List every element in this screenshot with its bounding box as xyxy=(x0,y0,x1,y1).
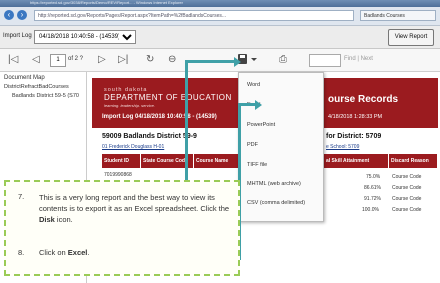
export-menu: Word Excel PowerPoint PDF TIFF file MHTM… xyxy=(238,72,324,222)
find-next-links[interactable]: Find | Next xyxy=(344,56,373,62)
refresh-icon[interactable]: ↻ xyxy=(146,53,154,66)
attainment-cell: 100.0% xyxy=(362,207,379,213)
view-report-button[interactable]: View Report xyxy=(388,29,434,46)
forward-nav-icon[interactable]: › xyxy=(17,10,27,20)
banner-title: Import Log 04/18/2018 10:40:58 - (14539) xyxy=(102,114,217,120)
column-header-student-id: Student ID xyxy=(102,154,140,168)
attainment-cell: 91.72% xyxy=(364,196,381,202)
step-7-text-b: icon. xyxy=(54,215,73,224)
logo-department-text: DEPARTMENT OF EDUCATION xyxy=(104,93,232,102)
export-pdf-item[interactable]: PDF xyxy=(247,142,258,148)
attainment-cell: 86.61% xyxy=(364,185,381,191)
window-titlebar: https://reported.sd.gov/3038/Reports/Dem… xyxy=(0,0,440,7)
back-to-parent-icon[interactable]: ⊖ xyxy=(168,53,176,66)
district-heading: for District: 5709 xyxy=(326,133,382,140)
arrow-head-excel-icon xyxy=(255,100,262,110)
step-7-text-a: This is a very long report and the best … xyxy=(39,193,230,213)
report-date: 4/18/2018 1:28:33 PM xyxy=(328,114,383,120)
first-page-icon[interactable]: |◁ xyxy=(8,53,18,66)
step-7-number: 7. xyxy=(18,192,25,201)
discard-reason-cell: Course Code xyxy=(392,174,422,180)
arrow-to-disk-horizontal xyxy=(185,60,236,63)
document-map-heading: Document Map xyxy=(4,75,45,81)
next-page-icon[interactable]: ▷ xyxy=(98,53,106,66)
step-7-bold: Disk xyxy=(39,215,55,224)
document-map-item[interactable]: DistrictRefractBadCourses xyxy=(4,84,69,90)
district-link[interactable]: e School: 5709 xyxy=(326,144,359,150)
import-log-select[interactable]: 04/18/2018 10:40:58 - (14539) xyxy=(34,30,136,44)
discard-reason-cell: Course Code xyxy=(392,207,422,213)
step-8-text-a: Click on xyxy=(39,248,68,257)
school-link[interactable]: 01 Frederick Douglass H-01 xyxy=(102,144,164,150)
step-8-bold: Excel xyxy=(67,248,88,257)
export-csv-item[interactable]: CSV (comma delimited) xyxy=(247,200,305,206)
page-number-input[interactable]: 1 xyxy=(50,54,66,67)
url-input[interactable]: http://reported.sd.gov/Reports/Pages/Rep… xyxy=(34,10,354,21)
school-heading: 59009 Badlands District 59-9 xyxy=(102,133,197,140)
back-nav-icon[interactable]: ‹ xyxy=(4,10,14,20)
page-count-text: of 2 ? xyxy=(68,56,84,62)
column-header-skill-attainment: al Skill Attainment xyxy=(324,154,388,168)
instruction-callout: 7. This is a very long report and the be… xyxy=(4,180,240,276)
address-bar-row: ‹ › http://reported.sd.gov/Reports/Pages… xyxy=(0,7,440,26)
step-8-number: 8. xyxy=(18,248,25,257)
export-dropdown-caret-icon[interactable] xyxy=(251,58,257,61)
logo-tagline-text: learning. leadership. service. xyxy=(104,103,155,108)
arrow-head-disk-icon xyxy=(234,57,241,67)
document-map-item[interactable]: Badlands District 59-5 (S70 xyxy=(12,93,79,99)
student-id-cell: 7019990868 xyxy=(104,172,132,178)
screenshot-root: https://reported.sd.gov/3038/Reports/Dem… xyxy=(0,0,440,283)
step-7-text: This is a very long report and the best … xyxy=(39,192,235,225)
parameter-row: Import Log 04/18/2018 10:40:58 - (14539)… xyxy=(0,26,440,49)
attainment-cell: 75.0% xyxy=(366,174,381,180)
column-header-course-name: Course Name xyxy=(194,154,238,168)
discard-reason-cell: Course Code xyxy=(392,196,422,202)
export-tiff-item[interactable]: TIFF file xyxy=(247,162,267,168)
column-header-discard-reason: Discard Reason xyxy=(389,154,437,168)
printer-icon[interactable]: ⎙ xyxy=(279,54,287,65)
last-page-icon[interactable]: ▷| xyxy=(118,53,128,66)
find-input[interactable] xyxy=(309,54,341,67)
import-log-label: Import Log xyxy=(3,33,32,39)
report-title: ourse Records xyxy=(328,94,399,105)
window-title: https://reported.sd.gov/3038/Reports/Dem… xyxy=(30,0,183,5)
step-8-text-b: . xyxy=(87,248,90,257)
step-8-text: Click on Excel. xyxy=(39,248,89,257)
browser-tab[interactable]: Badlands Courses xyxy=(360,10,436,21)
arrow-to-excel-top xyxy=(238,103,256,106)
export-mhtml-item[interactable]: MHTML (web archive) xyxy=(247,181,301,187)
discard-reason-cell: Course Code xyxy=(392,185,422,191)
export-word-item[interactable]: Word xyxy=(247,82,260,88)
previous-page-icon[interactable]: ◁ xyxy=(32,53,40,66)
export-powerpoint-item[interactable]: PowerPoint xyxy=(247,122,275,128)
